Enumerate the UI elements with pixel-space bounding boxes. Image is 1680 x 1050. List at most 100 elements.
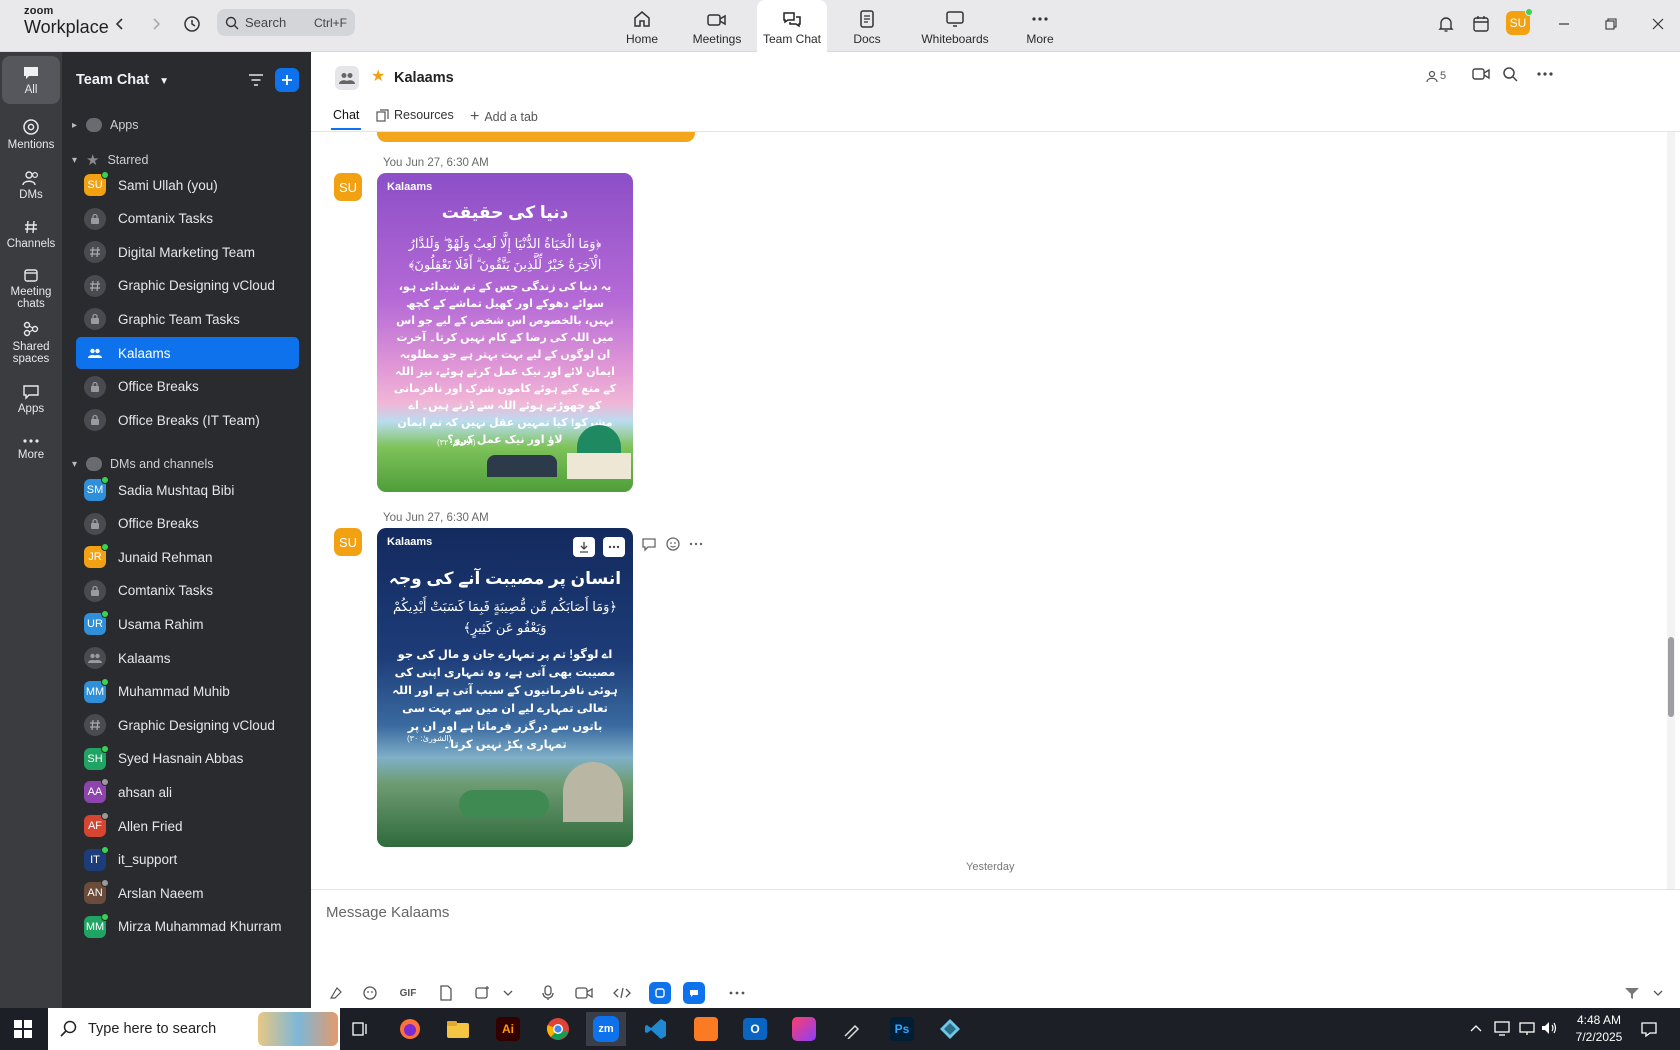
sidebar-item[interactable]: AF Allen Fried	[76, 810, 299, 842]
tab-team-chat[interactable]: Team Chat	[757, 0, 827, 52]
screenshot-icon[interactable]	[471, 982, 493, 1004]
file-icon[interactable]	[435, 982, 457, 1004]
history-clock-icon[interactable]	[180, 12, 204, 36]
section-apps[interactable]: ▸ Apps	[72, 114, 139, 136]
tab-more[interactable]: More	[1024, 0, 1056, 52]
calendar-icon[interactable]	[1471, 14, 1491, 34]
previous-image-card[interactable]	[377, 132, 695, 142]
tab-resources[interactable]: Resources	[376, 108, 454, 122]
app-shortcut-icon[interactable]	[649, 982, 671, 1004]
rail-meeting-chats[interactable]: Meeting chats	[2, 260, 60, 316]
search-icon[interactable]	[1502, 66, 1518, 85]
rail-channels[interactable]: Channels	[2, 212, 60, 256]
sidebar-item[interactable]: Office Breaks	[76, 508, 299, 540]
app-diamond-icon[interactable]	[930, 1012, 970, 1046]
members-count[interactable]: 5	[1426, 70, 1446, 82]
firefox-icon[interactable]	[390, 1012, 430, 1046]
emoji-reaction-icon[interactable]	[665, 536, 681, 555]
tab-whiteboards[interactable]: Whiteboards	[917, 0, 993, 52]
sidebar-item[interactable]: JR Junaid Rehman	[76, 541, 299, 573]
forward-arrow-icon[interactable]	[144, 12, 168, 36]
add-tab-button[interactable]: + Add a tab	[470, 108, 538, 126]
rail-dms[interactable]: DMs	[2, 164, 60, 206]
tab-docs[interactable]: Docs	[845, 0, 889, 52]
emoji-icon[interactable]	[359, 982, 381, 1004]
new-chat-button[interactable]	[275, 68, 299, 92]
sidebar-item[interactable]: AA ahsan ali	[76, 776, 299, 808]
scrollbar-thumb[interactable]	[1668, 637, 1674, 717]
sidebar-item[interactable]: Graphic Team Tasks	[76, 303, 299, 335]
sidebar-item[interactable]: Comtanix Tasks	[76, 203, 299, 235]
creative-cloud-icon[interactable]	[784, 1012, 824, 1046]
profile-avatar[interactable]: SU	[1506, 8, 1533, 35]
download-icon[interactable]	[573, 537, 595, 557]
sidebar-item[interactable]: SU Sami Ullah (you)	[76, 169, 299, 201]
rail-mentions[interactable]: Mentions	[2, 112, 60, 156]
gif-button[interactable]: GIF	[397, 982, 419, 1004]
sidebar-item[interactable]: SM Sadia Mushtaq Bibi	[76, 474, 299, 506]
section-starred[interactable]: ▾ ★ Starred	[72, 149, 148, 171]
restore-icon[interactable]	[1601, 14, 1621, 34]
bell-icon[interactable]	[1436, 14, 1456, 34]
chrome-icon[interactable]	[538, 1012, 578, 1046]
xampp-icon[interactable]	[686, 1012, 726, 1046]
sidebar-item[interactable]: Graphic Designing vCloud	[76, 709, 299, 741]
close-icon[interactable]	[1648, 14, 1668, 34]
taskbar-clock[interactable]: 4:48 AM 7/2/2025	[1562, 1012, 1636, 1046]
reply-icon[interactable]	[641, 536, 657, 555]
sidebar-item[interactable]: Kalaams	[76, 642, 299, 674]
tab-meetings[interactable]: Meetings	[689, 0, 745, 52]
illustrator-icon[interactable]: Ai	[488, 1012, 528, 1046]
tray-ethernet-icon[interactable]	[1518, 1020, 1536, 1039]
image-more-icon[interactable]	[603, 537, 625, 557]
windows-start-icon[interactable]	[14, 1020, 32, 1041]
tray-chevron-up-icon[interactable]	[1470, 1021, 1482, 1036]
app-shortcut-2-icon[interactable]	[683, 982, 705, 1004]
sidebar-item[interactable]: UR Usama Rahim	[76, 608, 299, 640]
zoom-icon[interactable]: zm	[586, 1012, 626, 1046]
chevron-down-icon[interactable]	[497, 982, 519, 1004]
taskbar-search-box[interactable]: Type here to search	[48, 1008, 340, 1050]
chevron-down-icon[interactable]	[1647, 982, 1669, 1004]
code-snippet-icon[interactable]	[611, 982, 633, 1004]
rail-shared-spaces[interactable]: Shared spaces	[2, 314, 60, 370]
sidebar-item[interactable]: Office Breaks (IT Team)	[76, 404, 299, 436]
sidebar-item[interactable]: Digital Marketing Team	[76, 236, 299, 268]
sidebar-item[interactable]: Comtanix Tasks	[76, 575, 299, 607]
sidebar-item[interactable]: Graphic Designing vCloud	[76, 270, 299, 302]
message-more-icon[interactable]	[689, 536, 703, 555]
sidebar-item[interactable]: Office Breaks	[76, 371, 299, 403]
star-icon[interactable]: ★	[371, 66, 385, 86]
microphone-icon[interactable]	[537, 982, 559, 1004]
sidebar-item[interactable]: MM Muhammad Muhib	[76, 676, 299, 708]
send-filter-icon[interactable]	[1621, 982, 1643, 1004]
composer-more-icon[interactable]	[726, 982, 748, 1004]
message-input[interactable]	[326, 900, 1626, 924]
tab-home[interactable]: Home	[620, 0, 664, 52]
tray-volume-icon[interactable]	[1540, 1020, 1558, 1039]
format-text-icon[interactable]	[325, 982, 347, 1004]
image-card[interactable]: Kalaams دنیا کی حقیقت ﴿وَمَا الْحَيَاةُ …	[377, 173, 633, 492]
more-options-icon[interactable]	[1536, 66, 1554, 85]
section-dms[interactable]: ▾ DMs and channels	[72, 453, 214, 475]
photoshop-icon[interactable]: Ps	[882, 1012, 922, 1046]
notifications-icon[interactable]	[1640, 1020, 1658, 1041]
video-call-icon[interactable]	[1472, 66, 1490, 85]
video-message-icon[interactable]	[573, 982, 595, 1004]
team-chat-title[interactable]: Team Chat ▼	[76, 72, 169, 88]
sidebar-item[interactable]: MM Mirza Muhammad Khurram	[76, 911, 299, 943]
sidebar-item[interactable]: IT it_support	[76, 844, 299, 876]
scrollbar-track[interactable]	[1667, 132, 1675, 889]
vscode-icon[interactable]	[636, 1012, 676, 1046]
image-card[interactable]: Kalaams انسان پر مصیبت آنے کی وجہ ﴿وَمَا…	[377, 528, 633, 847]
outlook-icon[interactable]: O	[735, 1012, 775, 1046]
tab-chat[interactable]: Chat	[330, 108, 362, 130]
filter-icon[interactable]	[244, 68, 268, 92]
sender-avatar[interactable]: SU	[334, 173, 362, 201]
message-list[interactable]: You Jun 27, 6:30 AM SU Kalaams دنیا کی ح…	[311, 132, 1671, 889]
file-explorer-icon[interactable]	[438, 1012, 478, 1046]
sender-avatar[interactable]: SU	[334, 528, 362, 556]
tray-network-icon[interactable]	[1494, 1020, 1512, 1039]
pen-tool-icon[interactable]	[832, 1012, 872, 1046]
task-view-icon[interactable]	[340, 1012, 380, 1046]
